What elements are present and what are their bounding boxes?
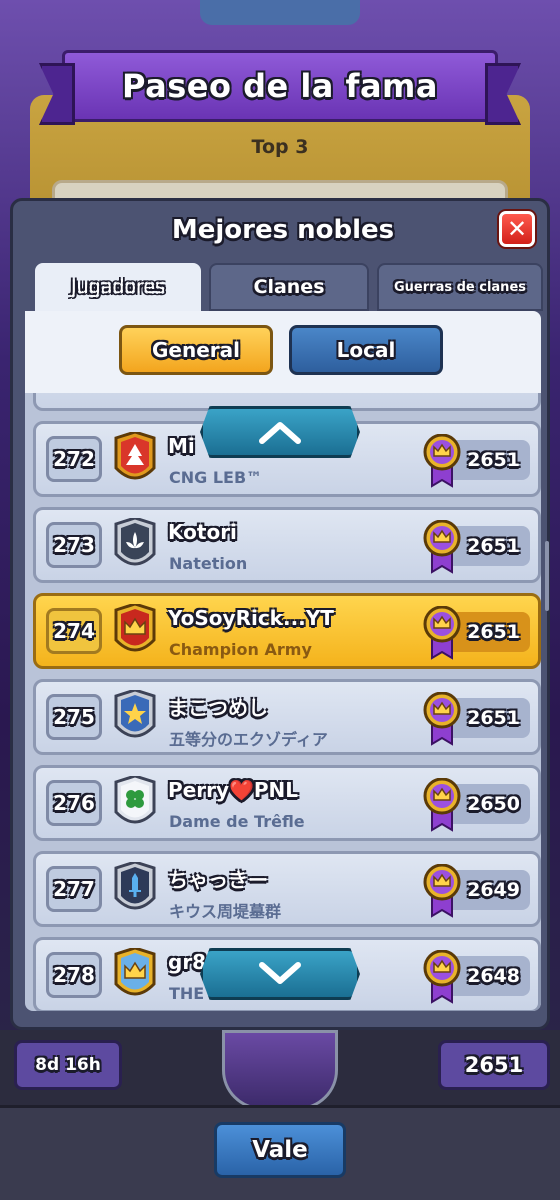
crown-medal-icon [423, 606, 461, 660]
player-name: Kotori [168, 520, 237, 544]
rank-number: 274 [46, 608, 102, 654]
list-item[interactable]: 275 まこつめし 五等分のエクゾディア 2651 [33, 679, 541, 755]
clan-badge-clover-icon [114, 776, 156, 824]
chevron-down-icon [259, 962, 301, 984]
tab-clan-wars-label: Guerras de clanes [394, 279, 526, 295]
top-decoration [200, 0, 360, 25]
tab-players-label: Jugadores [70, 276, 166, 298]
local-filter-label: Local [336, 338, 396, 362]
list-item[interactable]: 277 ちゃっきー キウス周堤墓群 2649 [33, 851, 541, 927]
clan-name: Champion Army [169, 640, 312, 659]
filter-bar: General Local [25, 311, 541, 393]
hall-of-fame-banner: Paseo de la fama [62, 50, 498, 122]
list-item-current-player[interactable]: 274 YoSoyRick...YT Champion Army 2651 [33, 593, 541, 669]
rank-number: 277 [46, 866, 102, 912]
rank-number: 276 [46, 780, 102, 826]
player-score: 2651 [438, 1040, 550, 1090]
top3-label: Top 3 [251, 136, 309, 158]
crown-medal-icon [423, 520, 461, 574]
crown-medal-icon [423, 434, 461, 488]
scrollbar[interactable] [545, 541, 549, 611]
rank-number: 272 [46, 436, 102, 482]
tab-bar: Jugadores Clanes Guerras de clanes [35, 263, 543, 311]
player-name: YoSoyRick...YT [168, 606, 334, 630]
player-name: gr8 [168, 950, 207, 974]
clan-badge-crown-icon [114, 604, 156, 652]
player-name: ちゃっきー [168, 868, 268, 892]
clan-badge-tree-icon [114, 432, 156, 480]
scroll-up-button[interactable] [200, 406, 360, 458]
player-name: Perry❤️PNL [168, 778, 299, 802]
arena-emblem [222, 1030, 338, 1110]
season-timer: 8d 16h [14, 1040, 122, 1090]
crown-medal-icon [423, 778, 461, 832]
clan-name: 五等分のエクゾディア [169, 730, 328, 749]
player-name: Mi [168, 434, 195, 458]
list-item[interactable]: 273 Kotori Natetion 2651 [33, 507, 541, 583]
rank-number: 273 [46, 522, 102, 568]
crown-medal-icon [423, 950, 461, 1004]
clan-badge-lotus-icon [114, 518, 156, 566]
ok-button[interactable]: Vale [214, 1122, 346, 1178]
leaderboard-list[interactable]: 272 Mi CNG LEB™ 2651 273 Kotori Natetion… [25, 393, 541, 1011]
clan-name: CNG LEB™ [169, 468, 263, 487]
crown-medal-icon [423, 864, 461, 918]
tab-clans[interactable]: Clanes [209, 263, 369, 311]
clan-badge-sword-icon [114, 862, 156, 910]
crown-medal-icon [423, 692, 461, 746]
rank-number: 278 [46, 952, 102, 998]
ok-button-label: Vale [252, 1137, 308, 1163]
close-icon: ✕ [506, 215, 528, 243]
general-filter-button[interactable]: General [119, 325, 273, 375]
rank-number: 275 [46, 694, 102, 740]
tab-clan-wars[interactable]: Guerras de clanes [377, 263, 543, 311]
banner-title: Paseo de la fama [122, 67, 438, 105]
dialog-title: Mejores nobles [171, 215, 395, 245]
local-filter-button[interactable]: Local [289, 325, 443, 375]
clan-badge-crown-icon [114, 948, 156, 996]
general-filter-label: General [152, 338, 240, 362]
list-item[interactable]: 276 Perry❤️PNL Dame de Trêfle 2650 [33, 765, 541, 841]
clan-name: Dame de Trêfle [169, 812, 305, 831]
leaderboard-dialog: Mejores nobles ✕ Jugadores Clanes Guerra… [10, 198, 550, 1030]
clan-name: キウス周堤墓群 [169, 902, 282, 921]
clan-name: Natetion [169, 554, 248, 573]
close-button[interactable]: ✕ [499, 211, 535, 247]
tab-players[interactable]: Jugadores [35, 263, 201, 311]
scroll-down-button[interactable] [200, 948, 360, 1000]
player-name: まこつめし [168, 696, 268, 720]
clan-badge-star-icon [114, 690, 156, 738]
chevron-up-icon [259, 422, 301, 444]
tab-clans-label: Clanes [253, 276, 325, 298]
